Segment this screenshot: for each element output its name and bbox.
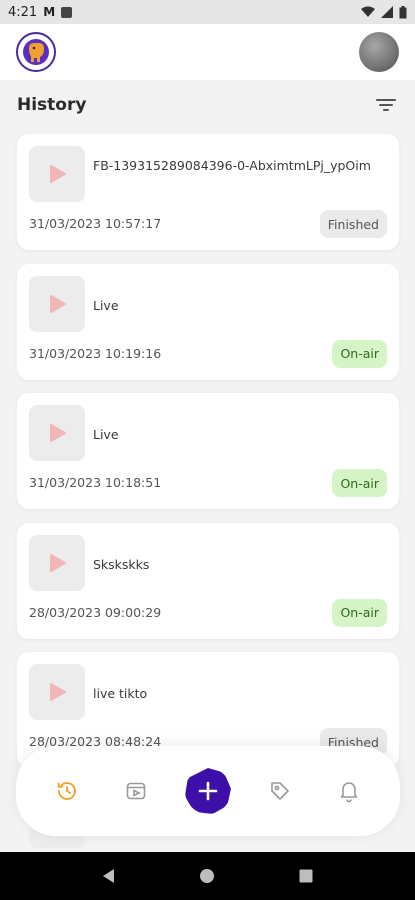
history-title: Skskskks: [93, 556, 150, 572]
nav-history[interactable]: [47, 771, 87, 811]
history-card[interactable]: Live 31/03/2023 10:19:16 On-air: [17, 263, 399, 380]
video-thumbnail: [29, 275, 85, 332]
video-thumbnail: [29, 146, 85, 202]
filter-button[interactable]: [374, 93, 398, 117]
add-icon: [198, 781, 218, 801]
history-date: 31/03/2023 10:18:51: [29, 475, 162, 490]
history-date: 31/03/2023 10:57:17: [29, 216, 162, 231]
page-title: History: [17, 95, 87, 115]
add-button[interactable]: [184, 768, 231, 814]
play-icon: [50, 683, 66, 701]
status-badge: On-air: [332, 598, 387, 627]
play-icon: [50, 553, 66, 572]
status-left: 4:21 M: [8, 4, 73, 20]
play-icon: [50, 165, 66, 183]
nav-notifications[interactable]: [329, 771, 369, 811]
play-icon: [50, 294, 66, 313]
history-title: Live: [93, 297, 119, 313]
recents-icon[interactable]: [298, 868, 314, 884]
elephant-logo-icon[interactable]: [16, 32, 56, 72]
history-list: FB-139315289084396-0-AbximtmLPj_ypOim 31…: [17, 134, 399, 782]
signal-icon: [381, 6, 393, 18]
title-row: History: [0, 80, 415, 130]
video-library-icon: [126, 782, 146, 800]
history-title: FB-139315289084396-0-AbximtmLPj_ypOim: [93, 158, 371, 173]
bottom-nav: [16, 746, 400, 836]
status-time: 4:21: [8, 4, 38, 20]
bell-icon: [341, 782, 358, 803]
play-icon: [50, 424, 66, 442]
status-badge: On-air: [332, 339, 387, 368]
filter-icon: [376, 99, 396, 111]
video-thumbnail: [29, 534, 85, 591]
status-badge: Finished: [319, 210, 387, 238]
status-right: [361, 5, 407, 19]
video-thumbnail: [29, 664, 85, 720]
tag-icon: [271, 782, 289, 800]
app-header: [0, 24, 415, 80]
history-card[interactable]: Skskskks 28/03/2023 09:00:29 On-air: [17, 522, 399, 639]
history-card[interactable]: Live 31/03/2023 10:18:51 On-air: [17, 393, 399, 509]
history-icon: [57, 782, 76, 800]
notification-icon: [61, 6, 73, 18]
video-thumbnail: [29, 405, 85, 461]
history-date: 31/03/2023 10:19:16: [29, 345, 162, 361]
wifi-icon: [361, 6, 375, 17]
history-title: live tikto: [93, 686, 148, 701]
history-card[interactable]: FB-139315289084396-0-AbximtmLPj_ypOim 31…: [17, 134, 399, 250]
system-nav-bar: [0, 852, 415, 900]
home-icon[interactable]: [199, 868, 215, 884]
gmail-icon: M: [43, 5, 56, 19]
status-badge: On-air: [332, 469, 387, 497]
user-avatar[interactable]: [359, 32, 399, 72]
history-title: Live: [93, 427, 119, 442]
back-icon[interactable]: [101, 868, 117, 884]
status-bar: 4:21 M: [0, 0, 415, 24]
nav-tags[interactable]: [260, 771, 300, 811]
history-date: 28/03/2023 09:00:29: [29, 604, 162, 620]
nav-videos[interactable]: [116, 771, 156, 811]
battery-icon: [399, 5, 407, 18]
